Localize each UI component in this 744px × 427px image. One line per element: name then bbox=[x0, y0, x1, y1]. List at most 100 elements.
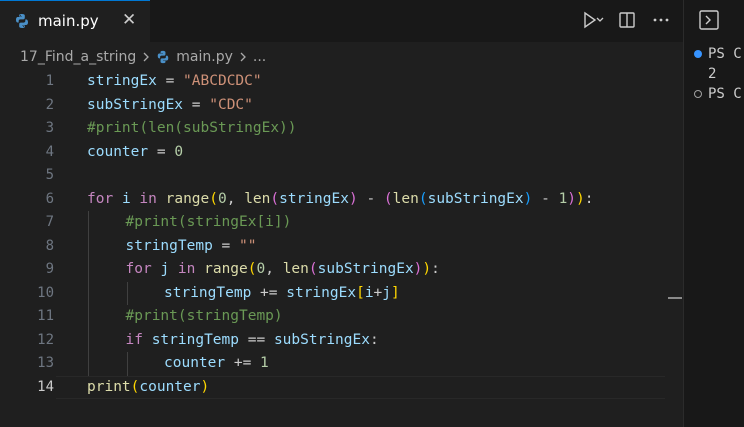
code-token: stringEx bbox=[87, 73, 157, 89]
code-token: 0 bbox=[256, 261, 266, 277]
indent-guide bbox=[126, 281, 128, 305]
line-number: 9 bbox=[45, 261, 54, 277]
terminal-line: PS C bbox=[692, 84, 742, 104]
code-token: , bbox=[265, 261, 283, 277]
code-text: if stringTemp == subStringEx: bbox=[126, 329, 379, 353]
code-token: j bbox=[382, 284, 392, 301]
code-line[interactable]: 5 bbox=[0, 164, 683, 188]
terminal-panel: PS C 2 PS C bbox=[683, 0, 744, 427]
close-tab-icon[interactable]: ✕ bbox=[122, 10, 136, 30]
command-decoration-icon[interactable] bbox=[694, 90, 702, 98]
split-editor-button[interactable] bbox=[615, 8, 639, 32]
line-number: 2 bbox=[45, 96, 54, 113]
line-number: 12 bbox=[37, 331, 54, 348]
editor-area[interactable]: main.py ✕ 17_Find_a_string main.py ... 1… bbox=[0, 0, 683, 427]
chevron-right-icon bbox=[143, 52, 150, 62]
code-token: : bbox=[431, 261, 440, 277]
code-token: ) bbox=[567, 190, 577, 207]
more-actions-button[interactable] bbox=[649, 8, 673, 32]
breadcrumb-file[interactable]: main.py bbox=[176, 49, 233, 65]
line-number: 14 bbox=[37, 378, 54, 395]
code-token: ( bbox=[383, 190, 393, 207]
python-file-icon bbox=[16, 14, 28, 28]
code-token: #print(stringTemp) bbox=[125, 308, 283, 324]
code-line[interactable]: 3 #print(len(subStringEx)) bbox=[0, 117, 683, 141]
line-number: 3 bbox=[45, 120, 54, 136]
ellipsis-icon bbox=[653, 18, 669, 22]
terminal-line: PS C bbox=[692, 44, 742, 64]
code-token: ] bbox=[391, 284, 400, 301]
python-file-icon bbox=[158, 50, 169, 64]
line-number: 6 bbox=[45, 190, 54, 207]
code-line[interactable]: 2 subStringEx = "CDC" bbox=[0, 94, 683, 118]
code-text: stringTemp += stringEx[i+j] bbox=[164, 282, 400, 306]
indent-guide bbox=[88, 305, 89, 329]
code-token: = bbox=[183, 96, 210, 113]
line-number: 13 bbox=[37, 355, 54, 371]
code-line[interactable]: 4 counter = 0 bbox=[0, 141, 683, 165]
vertical-scrollbar[interactable] bbox=[668, 70, 682, 427]
terminal-line: 2 bbox=[692, 64, 742, 84]
code-token: in bbox=[177, 261, 196, 277]
run-python-button[interactable] bbox=[581, 8, 605, 32]
code-token: stringTemp bbox=[151, 331, 240, 348]
breadcrumb-folder[interactable]: 17_Find_a_string bbox=[20, 49, 136, 65]
code-token: #print(stringEx[i]) bbox=[125, 214, 292, 230]
code-token: subStringEx bbox=[427, 190, 524, 207]
code-line[interactable]: 9 for j in range(0, len(subStringEx)): bbox=[0, 258, 683, 282]
code-token: range bbox=[204, 261, 248, 277]
line-number: 5 bbox=[45, 167, 54, 183]
code-token: ( bbox=[209, 190, 218, 207]
code-line[interactable]: 14 print(counter) bbox=[0, 375, 683, 400]
code-token: print bbox=[87, 378, 131, 395]
indent-guide bbox=[88, 328, 89, 352]
code-line[interactable]: 8 stringTemp = "" bbox=[0, 234, 683, 259]
code-line[interactable]: 10 stringTemp += stringEx[i+j] bbox=[0, 281, 683, 306]
code-editor[interactable]: 1 stringEx = "ABCDCDC" 2 subStringEx = "CDC… bbox=[0, 70, 683, 399]
code-text: #print(stringTemp) bbox=[126, 305, 283, 329]
code-line[interactable]: 7 #print(stringEx[i]) bbox=[0, 211, 683, 235]
line-number: 8 bbox=[45, 237, 54, 254]
scrollbar-cursor-marker bbox=[668, 297, 682, 299]
code-token: ) bbox=[200, 378, 210, 395]
code-line[interactable]: 13 counter += 1 bbox=[0, 352, 683, 376]
terminal-icon[interactable] bbox=[698, 9, 720, 31]
indent-guide bbox=[88, 352, 89, 376]
breadcrumb-symbol[interactable]: ... bbox=[253, 49, 266, 65]
code-text: for j in range(0, len(subStringEx)): bbox=[126, 258, 440, 282]
code-text: counter += 1 bbox=[164, 352, 269, 376]
code-line[interactable]: 12 if stringTemp == subStringEx: bbox=[0, 328, 683, 353]
editor-actions bbox=[581, 8, 673, 32]
code-token: += bbox=[225, 355, 261, 371]
code-token: [ bbox=[356, 284, 365, 301]
tab-main-py[interactable]: main.py ✕ bbox=[0, 0, 150, 42]
code-token: 1 bbox=[260, 355, 269, 371]
code-token: : bbox=[584, 190, 594, 207]
code-token: "" bbox=[239, 237, 257, 254]
code-token: == bbox=[239, 331, 274, 348]
code-token: len bbox=[282, 261, 309, 277]
code-text: counter = 0 bbox=[87, 141, 183, 165]
terminal-output[interactable]: PS C 2 PS C bbox=[692, 44, 742, 104]
command-decoration-icon[interactable] bbox=[694, 50, 702, 58]
line-number: 1 bbox=[45, 73, 54, 89]
code-token: in bbox=[139, 190, 157, 207]
code-token: #print(len(subStringEx)) bbox=[87, 120, 297, 136]
code-line[interactable]: 1 stringEx = "ABCDCDC" bbox=[0, 70, 683, 94]
code-token: "CDC" bbox=[209, 96, 253, 113]
code-line[interactable]: 11 #print(stringTemp) bbox=[0, 305, 683, 329]
code-text: stringTemp = "" bbox=[126, 235, 257, 259]
terminal-text: PS C bbox=[708, 86, 742, 102]
code-text: print(counter) bbox=[87, 376, 209, 400]
code-token: 0 bbox=[174, 143, 184, 160]
code-token: if bbox=[125, 331, 143, 348]
line-number: 11 bbox=[37, 308, 54, 324]
code-line[interactable]: 6 for i in range(0, len(stringEx) - (len(… bbox=[0, 188, 683, 212]
code-token: , bbox=[226, 190, 245, 207]
line-number: 4 bbox=[45, 143, 54, 160]
code-text: #print(stringEx[i]) bbox=[126, 211, 292, 235]
tab-label: main.py bbox=[38, 12, 99, 30]
